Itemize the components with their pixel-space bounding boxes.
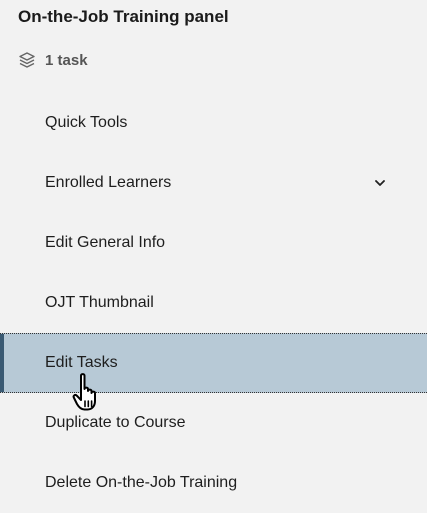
menu-item-edit-general-info[interactable]: Edit General Info xyxy=(0,213,427,273)
panel-title: On-the-Job Training panel xyxy=(18,7,229,26)
menu-item-label: Edit General Info xyxy=(45,234,166,251)
menu-item-label: Enrolled Learners xyxy=(45,174,172,191)
menu-item-enrolled-learners[interactable]: Enrolled Learners xyxy=(0,153,427,213)
chevron-down-icon[interactable] xyxy=(373,176,387,190)
menu-item-label: Quick Tools xyxy=(45,114,128,131)
menu-item-label: Edit Tasks xyxy=(45,354,118,371)
menu-item-label: Delete On-the-Job Training xyxy=(45,474,238,491)
menu-item-edit-tasks[interactable]: Edit Tasks xyxy=(0,333,427,393)
menu-item-duplicate-to-course[interactable]: Duplicate to Course xyxy=(0,393,427,453)
menu-item-quick-tools[interactable]: Quick Tools xyxy=(0,93,427,153)
layers-icon xyxy=(18,51,36,69)
menu-item-label: OJT Thumbnail xyxy=(45,294,154,311)
panel-menu: Quick Tools Enrolled Learners Edit Gener… xyxy=(0,93,427,513)
menu-item-label: Duplicate to Course xyxy=(45,414,186,431)
menu-item-delete-ojt[interactable]: Delete On-the-Job Training xyxy=(0,453,427,513)
task-count: 1 task xyxy=(18,50,88,70)
menu-item-ojt-thumbnail[interactable]: OJT Thumbnail xyxy=(0,273,427,333)
task-count-label: 1 task xyxy=(45,51,88,69)
ojt-panel: On-the-Job Training panel 1 task Quick T… xyxy=(0,0,427,500)
